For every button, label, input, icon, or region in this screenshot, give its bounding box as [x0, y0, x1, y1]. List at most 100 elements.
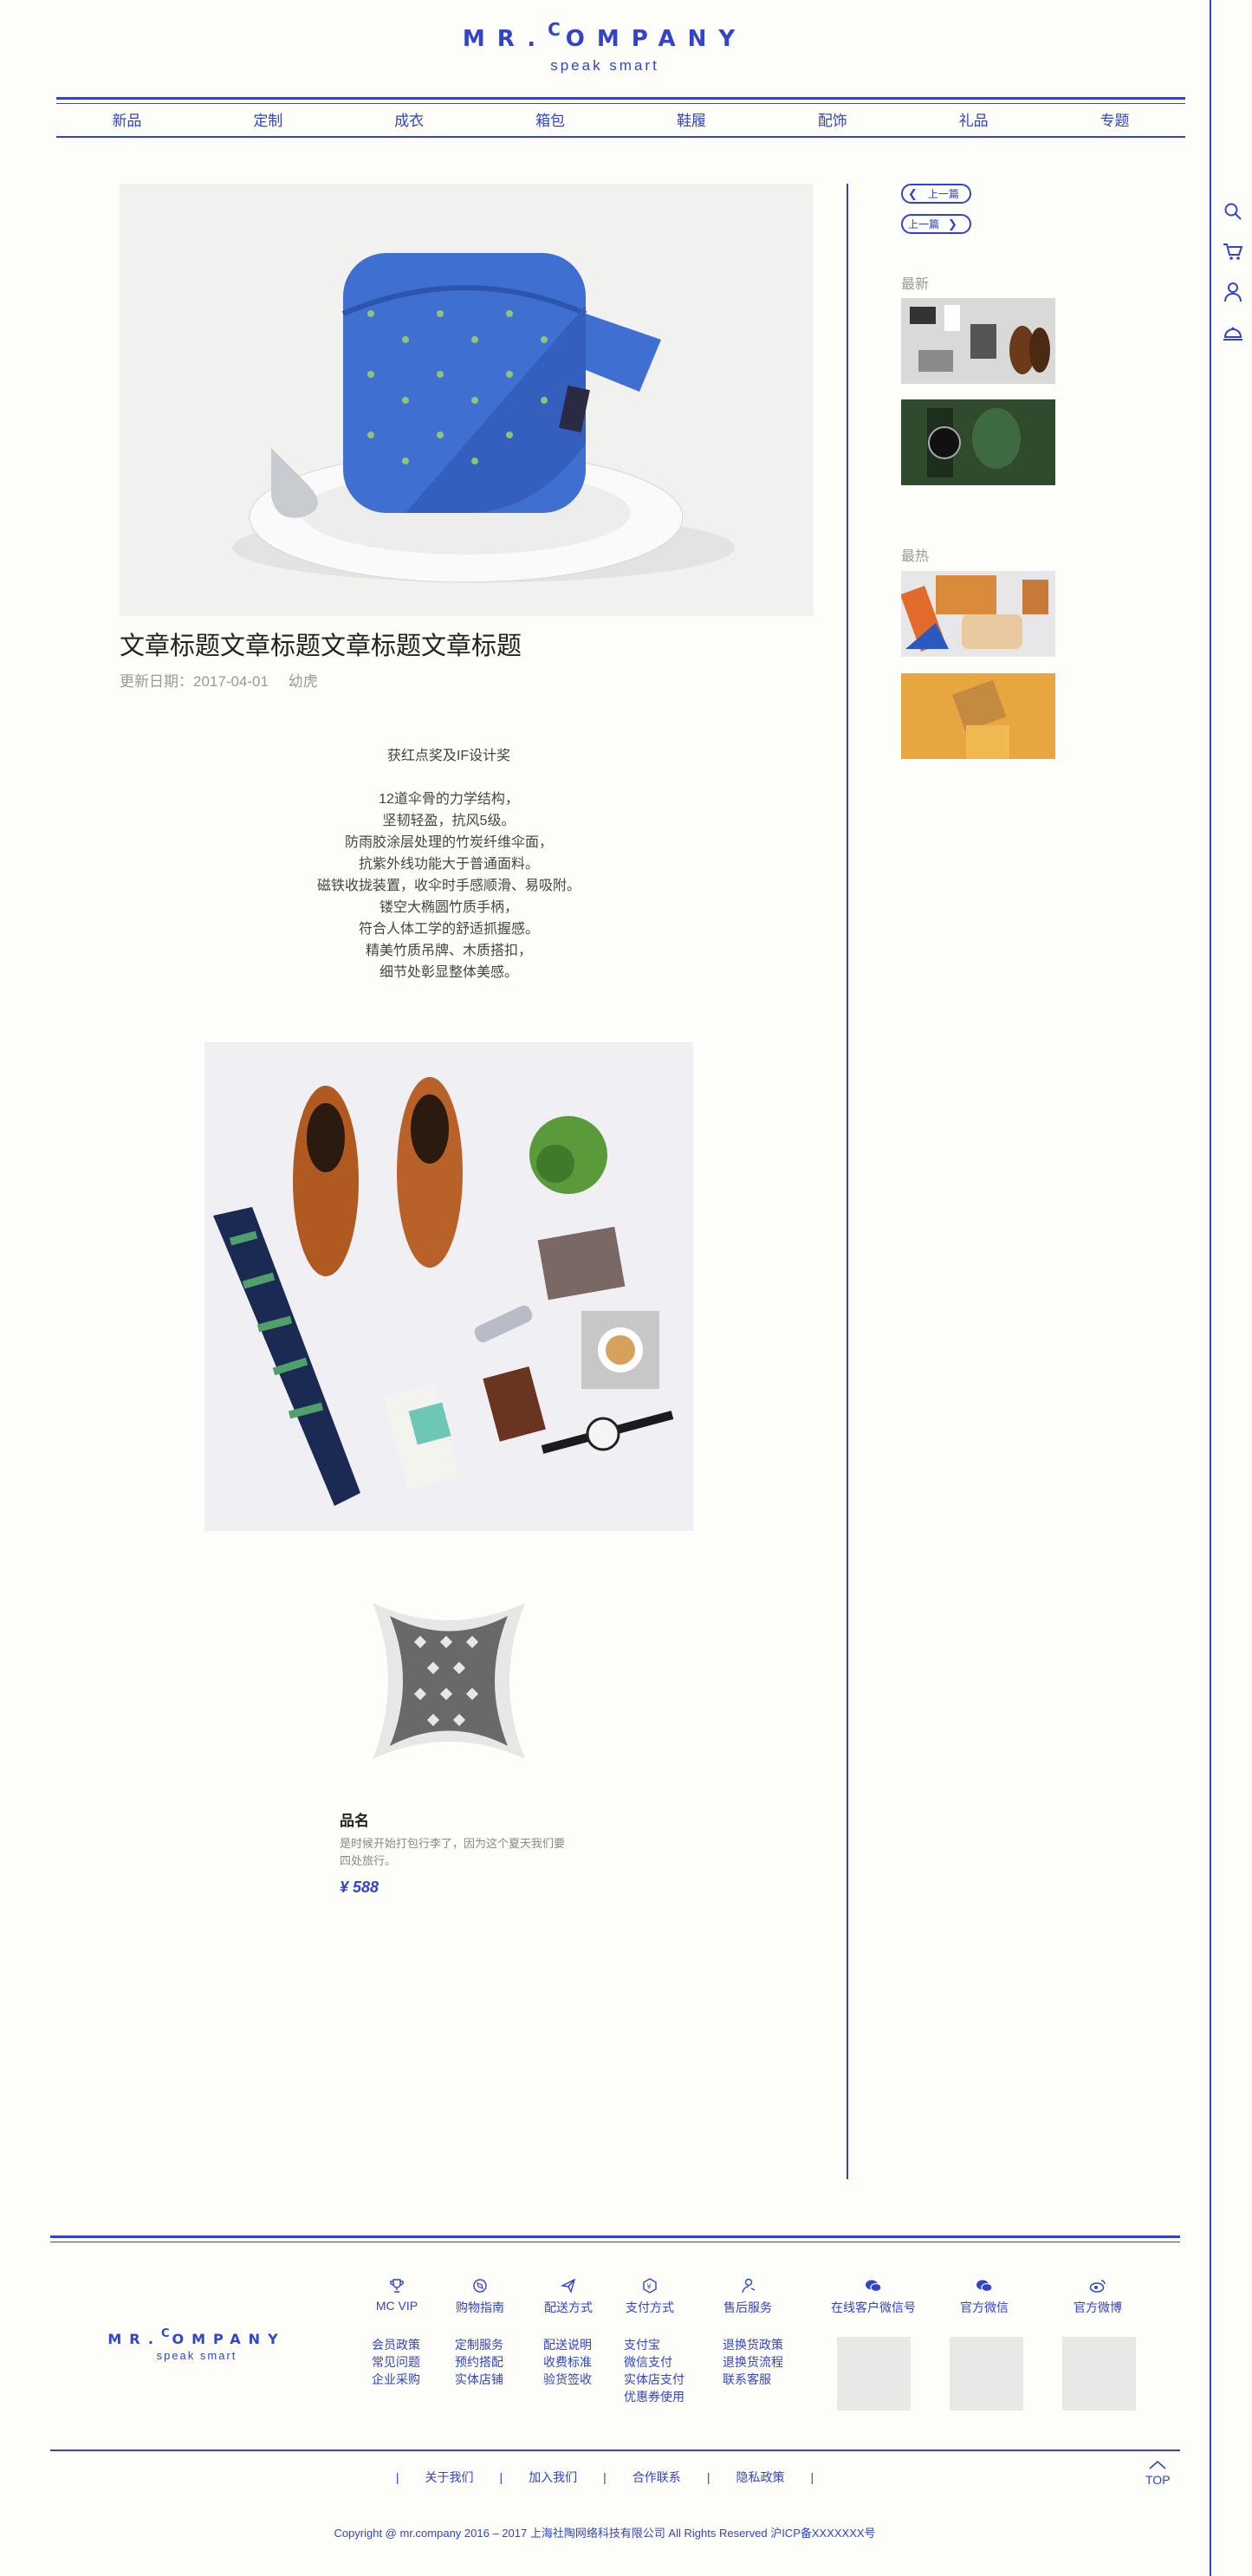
footer-logo[interactable]: MR.COMPANY speak smart — [97, 2327, 296, 2362]
footer-col-title: 配送方式 — [544, 2300, 593, 2314]
footer-link[interactable]: 企业采购 — [372, 2371, 420, 2388]
article-line: 精美竹质吊牌、木质搭扣， — [365, 944, 532, 958]
footer-col-vip: MC VIP — [371, 2276, 423, 2313]
cart-icon[interactable] — [1222, 241, 1244, 263]
article-line: 防雨胶涂层处理的竹炭纤维伞面， — [344, 835, 553, 850]
next-article-label: 上一篇 — [908, 218, 940, 230]
nav-item-topics[interactable]: 专题 — [1044, 107, 1185, 135]
chevron-left-icon: ❮ — [908, 186, 918, 200]
nav-item-new[interactable]: 新品 — [56, 107, 198, 135]
footer-rule-bottom — [50, 2449, 1180, 2451]
privacy-link[interactable]: 隐私政策 — [736, 2469, 784, 2486]
footer-social-weibo: 官方微博 — [1063, 2276, 1132, 2316]
footer-link[interactable]: 预约搭配 — [455, 2353, 503, 2371]
footer-links-aftersales: 退换货政策 退换货流程 联系客服 — [723, 2336, 783, 2388]
footer-col-title: 购物指南 — [456, 2300, 504, 2314]
payment-hex-icon: ¥ — [623, 2276, 677, 2295]
footer-link[interactable]: 支付宝 — [624, 2336, 684, 2353]
join-us-link[interactable]: 加入我们 — [529, 2469, 577, 2486]
footer-link[interactable]: 退换货流程 — [723, 2353, 783, 2371]
user-icon[interactable] — [1222, 281, 1244, 303]
svg-text:¥: ¥ — [647, 2283, 652, 2291]
footer-link[interactable]: 验货签收 — [543, 2371, 592, 2388]
nav-rule-top — [56, 97, 1185, 100]
footer-links-vip: 会员政策 常见问题 企业采购 — [372, 2336, 420, 2388]
qr-code-weibo — [1062, 2337, 1136, 2411]
weibo-icon — [1063, 2276, 1132, 2295]
next-article-button[interactable]: 上一篇 ❯ — [901, 214, 971, 234]
footer-social-official-wechat: 官方微信 — [950, 2276, 1019, 2316]
about-us-link[interactable]: 关于我们 — [425, 2469, 474, 2486]
trophy-icon — [371, 2276, 423, 2295]
wechat-icon — [950, 2276, 1019, 2295]
content-divider — [847, 184, 848, 2179]
footer-col-delivery: 配送方式 — [542, 2276, 595, 2316]
nav-item-gifts[interactable]: 礼品 — [903, 107, 1044, 135]
footer-col-aftersales: 售后服务 — [721, 2276, 775, 2316]
nav-rule-bottom — [56, 136, 1185, 138]
copyright: Copyright @ mr.company 2016 – 2017 上海社陶网… — [334, 2527, 876, 2540]
chevron-right-icon: ❯ — [948, 217, 957, 230]
article-title: 文章标题文章标题文章标题文章标题 — [120, 633, 522, 660]
prev-article-button[interactable]: ❮ 上一篇 — [901, 184, 971, 204]
product-image[interactable] — [355, 1586, 542, 1776]
nav-item-bags[interactable]: 箱包 — [480, 107, 621, 135]
footer-link[interactable]: 定制服务 — [455, 2336, 503, 2353]
article-date: 更新日期：2017-04-01 — [120, 673, 269, 690]
footer-link[interactable]: 实体店铺 — [455, 2371, 503, 2388]
footer-link[interactable]: 优惠券使用 — [624, 2388, 684, 2405]
footer-col-title: 支付方式 — [626, 2300, 674, 2314]
rail-divider — [1210, 0, 1211, 2576]
hot-thumb[interactable] — [901, 673, 1055, 759]
article-line: 镂空大椭圆竹质手柄， — [379, 900, 518, 915]
article-line: 符合人体工学的舒适抓握感。 — [358, 922, 539, 937]
brand-logo[interactable]: MR.COMPANY — [0, 19, 1210, 52]
article-hero-image — [120, 184, 814, 616]
footer-brand-logo: MR.COMPANY — [107, 2327, 286, 2347]
product-price: ¥ 588 — [340, 1878, 379, 1896]
latest-heading: 最新 — [901, 277, 930, 292]
footer-link[interactable]: 实体店支付 — [624, 2371, 684, 2388]
footer-link[interactable]: 退换货政策 — [723, 2336, 783, 2353]
service-bell-icon[interactable] — [1222, 322, 1244, 345]
article-author: 幼虎 — [288, 673, 318, 690]
footer-link[interactable]: 收费标准 — [543, 2353, 592, 2371]
latest-thumb[interactable] — [901, 399, 1055, 485]
hot-thumb[interactable] — [901, 571, 1055, 657]
back-to-top-button[interactable]: TOP — [1145, 2459, 1171, 2487]
article-line: 磁铁收拢装置，收伞时手感顺滑、易吸附。 — [316, 879, 581, 893]
nav-item-apparel[interactable]: 成衣 — [339, 107, 480, 135]
compass-icon — [453, 2276, 507, 2295]
footer-social-title: 在线客户微信号 — [831, 2300, 916, 2314]
wechat-icon — [823, 2276, 924, 2295]
footer-social-service-wechat: 在线客户微信号 — [823, 2276, 924, 2316]
article-meta: 更新日期：2017-04-01 幼虎 — [120, 669, 334, 691]
chevron-up-icon — [1145, 2459, 1171, 2473]
back-to-top-label: TOP — [1145, 2473, 1171, 2487]
header-logo[interactable]: MR.COMPANY speak smart — [0, 19, 1210, 75]
footer-link[interactable]: 常见问题 — [372, 2353, 420, 2371]
nav-item-custom[interactable]: 定制 — [198, 107, 339, 135]
footer-links-payment: 支付宝 微信支付 实体店支付 优惠券使用 — [624, 2336, 684, 2405]
article-flatlay-image — [204, 1042, 693, 1531]
qr-code-service-wechat — [837, 2337, 911, 2411]
footer-col-title: 售后服务 — [723, 2300, 772, 2314]
contact-link[interactable]: 合作联系 — [632, 2469, 681, 2486]
search-icon[interactable] — [1222, 200, 1244, 223]
footer-link[interactable]: 联系客服 — [723, 2371, 783, 2388]
article-line: 细节处彰显整体美感。 — [379, 965, 518, 980]
product-description: 是时候开始打包行李了，因为这个夏天我们要四处旅行。 — [340, 1837, 566, 1867]
prev-article-label: 上一篇 — [927, 188, 959, 200]
footer-link[interactable]: 会员政策 — [372, 2336, 420, 2353]
article-body: 获红点奖及IF设计奖 12道伞骨的力学结构， 坚韧轻盈，抗风5级。 防雨胶涂层处… — [120, 745, 778, 983]
latest-thumb[interactable] — [901, 298, 1055, 384]
nav-item-shoes[interactable]: 鞋履 — [621, 107, 762, 135]
footer-links-guide: 定制服务 预约搭配 实体店铺 — [455, 2336, 503, 2388]
main-nav: 新品 定制 成衣 箱包 鞋履 配饰 礼品 专题 — [56, 107, 1185, 135]
nav-item-accessories[interactable]: 配饰 — [762, 107, 903, 135]
footer-rule-top — [50, 2235, 1180, 2238]
footer-link[interactable]: 配送说明 — [543, 2336, 592, 2353]
footer-link[interactable]: 微信支付 — [624, 2353, 684, 2371]
footer-bottom-links: | 关于我们 | 加入我们 | 合作联系 | 隐私政策 | — [395, 2469, 814, 2486]
product-name[interactable]: 品名 — [340, 1808, 369, 1830]
